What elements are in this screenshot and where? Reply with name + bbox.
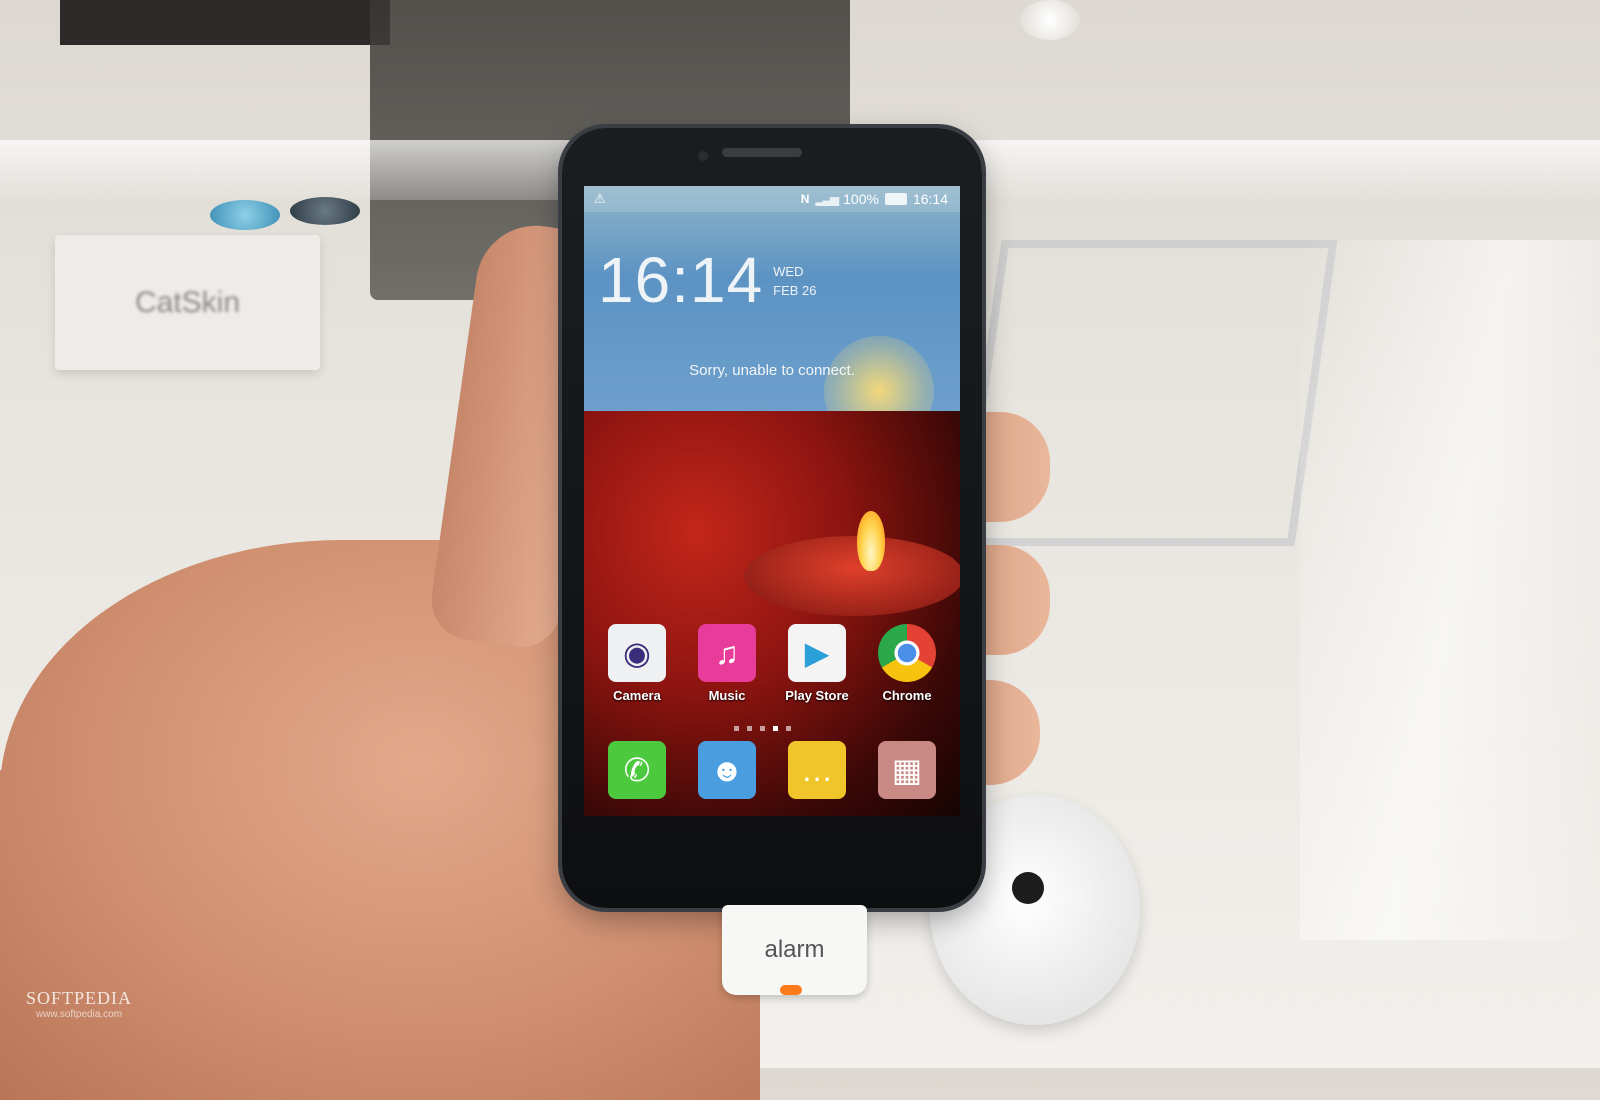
security-alarm-hole xyxy=(1012,872,1044,904)
background-dark-edge xyxy=(60,0,390,45)
dock-phone[interactable]: ✆ xyxy=(597,741,677,799)
background-dark-object xyxy=(290,197,360,225)
home-app-row: ◉ Camera ♫ Music ▶ Play Store Chrome xyxy=(592,624,952,703)
app-label: Music xyxy=(708,688,746,703)
dock-contacts[interactable]: ☻ xyxy=(687,741,767,799)
page-dot xyxy=(760,726,765,731)
wallpaper-flame xyxy=(857,511,885,571)
page-dot xyxy=(734,726,739,731)
app-camera[interactable]: ◉ Camera xyxy=(597,624,677,703)
clock-date: WED FEB 26 xyxy=(773,264,816,298)
clock-month-day: FEB 26 xyxy=(773,283,817,298)
contacts-icon: ☻ xyxy=(698,741,756,799)
wallpaper-candle xyxy=(744,536,960,616)
clock-day: WED xyxy=(773,264,804,279)
dock-messages[interactable]: … xyxy=(777,741,857,799)
app-label: Chrome xyxy=(882,688,932,703)
app-music[interactable]: ♫ Music xyxy=(687,624,767,703)
background-blue-object xyxy=(210,200,280,230)
watermark: SOFTPEDIA www.softpedia.com xyxy=(26,988,132,1020)
ceiling-light-reflection xyxy=(1020,0,1080,40)
messages-icon: … xyxy=(788,741,846,799)
smartphone: ⚠ N ▂▃▅ 100% 16:14 16:14 WED FEB 26 Sorr… xyxy=(562,128,982,908)
battery-icon xyxy=(884,193,907,205)
weather-message: Sorry, unable to connect. xyxy=(689,362,855,379)
app-play-store[interactable]: ▶ Play Store xyxy=(777,624,857,703)
watermark-brand: SOFTPEDIA xyxy=(26,988,133,1008)
status-time: 16:14 xyxy=(912,191,948,207)
page-indicator xyxy=(734,726,791,731)
app-drawer-icon: ▦ xyxy=(878,741,936,799)
alarm-led xyxy=(780,985,802,995)
battery-percent: 100% xyxy=(843,191,879,207)
dock-app-drawer[interactable]: ▦ xyxy=(867,741,947,799)
earpiece-speaker xyxy=(722,148,802,157)
music-note-icon: ♫ xyxy=(698,624,756,682)
background-name-card: CatSkin xyxy=(55,235,320,370)
status-bar[interactable]: ⚠ N ▂▃▅ 100% 16:14 xyxy=(584,186,960,212)
alarm-label: alarm xyxy=(764,936,825,963)
page-dot xyxy=(786,726,791,731)
clock-time: 16:14 xyxy=(598,244,764,316)
page-dot xyxy=(747,726,752,731)
name-card-text: CatSkin xyxy=(134,285,241,319)
nfc-icon: N xyxy=(800,192,810,206)
front-camera xyxy=(698,151,708,161)
table-glare xyxy=(1300,240,1600,940)
security-alarm-clip: alarm xyxy=(722,905,867,995)
page-dot-active xyxy=(773,726,778,731)
play-store-icon: ▶ xyxy=(788,624,846,682)
app-label: Play Store xyxy=(785,688,849,703)
watermark-url: www.softpedia.com xyxy=(35,1009,123,1020)
chrome-icon xyxy=(878,624,936,682)
camera-icon: ◉ xyxy=(608,624,666,682)
app-chrome[interactable]: Chrome xyxy=(867,624,947,703)
clock-widget[interactable]: 16:14 WED FEB 26 xyxy=(598,248,817,312)
signal-icon: ▂▃▅ xyxy=(815,192,839,206)
dock: ✆ ☻ … ▦ xyxy=(592,741,952,799)
warning-icon: ⚠ xyxy=(594,191,606,206)
phone-icon: ✆ xyxy=(608,741,666,799)
phone-screen[interactable]: ⚠ N ▂▃▅ 100% 16:14 16:14 WED FEB 26 Sorr… xyxy=(584,186,960,816)
app-label: Camera xyxy=(613,688,661,703)
